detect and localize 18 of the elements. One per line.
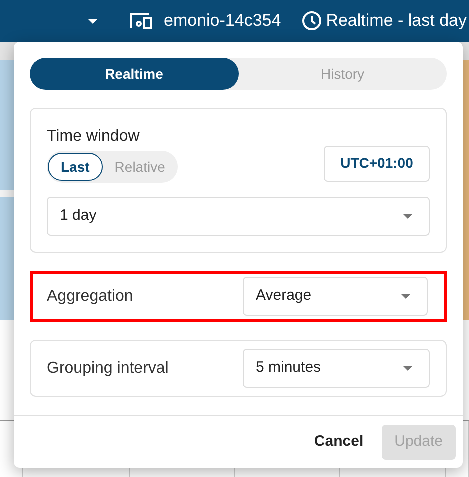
caret-icon xyxy=(403,214,413,219)
segment-option[interactable]: Last xyxy=(48,153,103,181)
device-name[interactable]: emonio-14c354 xyxy=(164,8,282,34)
devices-icon xyxy=(129,12,153,30)
timezone-button[interactable]: UTC+01:00 xyxy=(324,146,430,182)
clock-icon xyxy=(302,11,322,31)
caret-icon xyxy=(403,366,413,371)
dropdown-select[interactable]: 1 day xyxy=(47,197,430,236)
caret-icon xyxy=(401,294,411,299)
dropdown-select[interactable]: Average xyxy=(243,277,428,316)
setting-label: Aggregation xyxy=(47,286,134,306)
tab[interactable]: Realtime xyxy=(30,58,238,90)
section-title: Time window xyxy=(47,127,141,147)
dropdown-select[interactable]: 5 minutes xyxy=(243,349,430,388)
time-range[interactable]: Realtime - last day xyxy=(326,8,467,34)
setting-label: Grouping interval xyxy=(47,358,170,378)
caret-icon xyxy=(88,18,98,24)
cancel-button[interactable]: Cancel xyxy=(312,424,366,460)
